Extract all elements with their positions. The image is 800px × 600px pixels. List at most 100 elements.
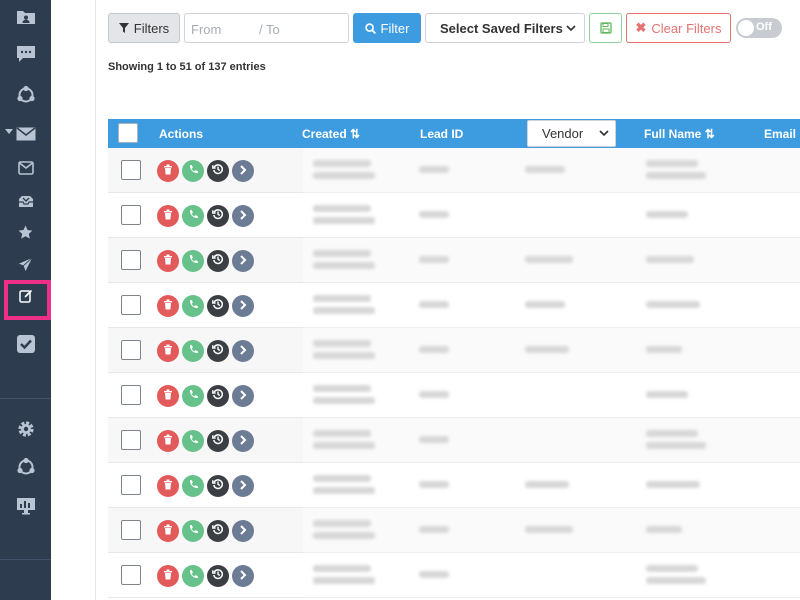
row-checkbox[interactable] [121,385,141,405]
call-button[interactable] [182,475,204,497]
filter-button[interactable]: Filter [353,13,421,43]
table-row[interactable] [108,553,303,598]
column-full-name[interactable]: Full Name ⇅ [644,127,715,141]
call-button[interactable] [182,160,204,182]
full-name-cell [646,256,694,263]
call-button[interactable] [182,430,204,452]
call-button[interactable] [182,250,204,272]
inbox-icon[interactable] [0,153,51,183]
sidebar-divider [0,559,51,560]
mailbox-icon[interactable] [0,185,51,215]
save-filter-button[interactable] [589,13,622,43]
monitor-chart-icon[interactable] [0,491,51,521]
view-button[interactable] [232,205,254,227]
table-row[interactable] [108,328,303,373]
call-button[interactable] [182,520,204,542]
table-row[interactable] [108,283,303,328]
delete-button[interactable] [157,340,179,362]
auto-refresh-toggle[interactable]: Off [736,18,782,38]
delete-button[interactable] [157,205,179,227]
row-checkbox[interactable] [121,205,141,225]
share-icon[interactable] [0,452,51,482]
full-name-cell [646,577,706,584]
call-button[interactable] [182,340,204,362]
view-button[interactable] [232,430,254,452]
full-name-cell [646,430,698,437]
row-checkbox[interactable] [121,250,141,270]
table-row[interactable] [108,508,303,553]
chat-icon[interactable] [0,39,51,69]
select-all-checkbox[interactable] [118,123,138,143]
history-icon [212,162,224,180]
row-checkbox[interactable] [121,160,141,180]
view-button[interactable] [232,340,254,362]
saved-filters-select[interactable]: Select Saved Filters [425,13,585,43]
checkbox-icon[interactable] [0,329,51,359]
gear-icon[interactable] [0,414,51,444]
history-button[interactable] [207,250,229,272]
view-button[interactable] [232,385,254,407]
row-checkbox[interactable] [121,520,141,540]
view-button[interactable] [232,520,254,542]
delete-button[interactable] [157,250,179,272]
history-button[interactable] [207,475,229,497]
vendor-cell [525,346,569,353]
call-button[interactable] [182,565,204,587]
delete-button[interactable] [157,295,179,317]
save-icon [599,22,612,34]
history-button[interactable] [207,565,229,587]
table-row[interactable] [108,238,303,283]
row-checkbox[interactable] [121,475,141,495]
folder-user-icon[interactable] [0,2,51,32]
star-icon[interactable] [0,217,51,247]
delete-button[interactable] [157,520,179,542]
history-button[interactable] [207,160,229,182]
delete-button[interactable] [157,475,179,497]
history-button[interactable] [207,520,229,542]
chevron-right-icon [239,477,247,495]
edit-icon[interactable] [0,281,51,311]
history-button[interactable] [207,340,229,362]
table-row[interactable] [108,193,303,238]
trash-icon [163,207,173,225]
share-icon[interactable] [0,80,51,110]
saved-filters-label: Select Saved Filters [440,20,563,36]
date-range-input[interactable]: From / To [184,13,349,43]
view-button[interactable] [232,475,254,497]
call-button[interactable] [182,385,204,407]
column-created[interactable]: Created ⇅ [302,127,360,141]
row-checkbox[interactable] [121,340,141,360]
history-icon [212,432,224,450]
full-name-cell [646,526,682,533]
call-button[interactable] [182,295,204,317]
delete-button[interactable] [157,430,179,452]
funnel-icon [118,23,129,33]
vendor-cell [525,256,573,263]
send-icon[interactable] [0,249,51,279]
view-button[interactable] [232,565,254,587]
delete-button[interactable] [157,565,179,587]
phone-icon [188,297,199,315]
filters-button[interactable]: Filters [108,13,180,43]
mail-icon[interactable] [0,119,51,149]
clear-filters-button[interactable]: ✖ Clear Filters [626,13,731,43]
history-button[interactable] [207,295,229,317]
view-button[interactable] [232,160,254,182]
view-button[interactable] [232,250,254,272]
phone-icon [188,567,199,585]
history-button[interactable] [207,385,229,407]
history-button[interactable] [207,205,229,227]
table-row[interactable] [108,373,303,418]
call-button[interactable] [182,205,204,227]
history-button[interactable] [207,430,229,452]
table-row[interactable] [108,418,303,463]
view-button[interactable] [232,295,254,317]
vendor-column-select[interactable]: Vendor [527,120,616,147]
table-row[interactable] [108,463,303,508]
table-row[interactable] [108,148,303,193]
row-checkbox[interactable] [121,430,141,450]
row-checkbox[interactable] [121,565,141,585]
delete-button[interactable] [157,385,179,407]
delete-button[interactable] [157,160,179,182]
row-checkbox[interactable] [121,295,141,315]
